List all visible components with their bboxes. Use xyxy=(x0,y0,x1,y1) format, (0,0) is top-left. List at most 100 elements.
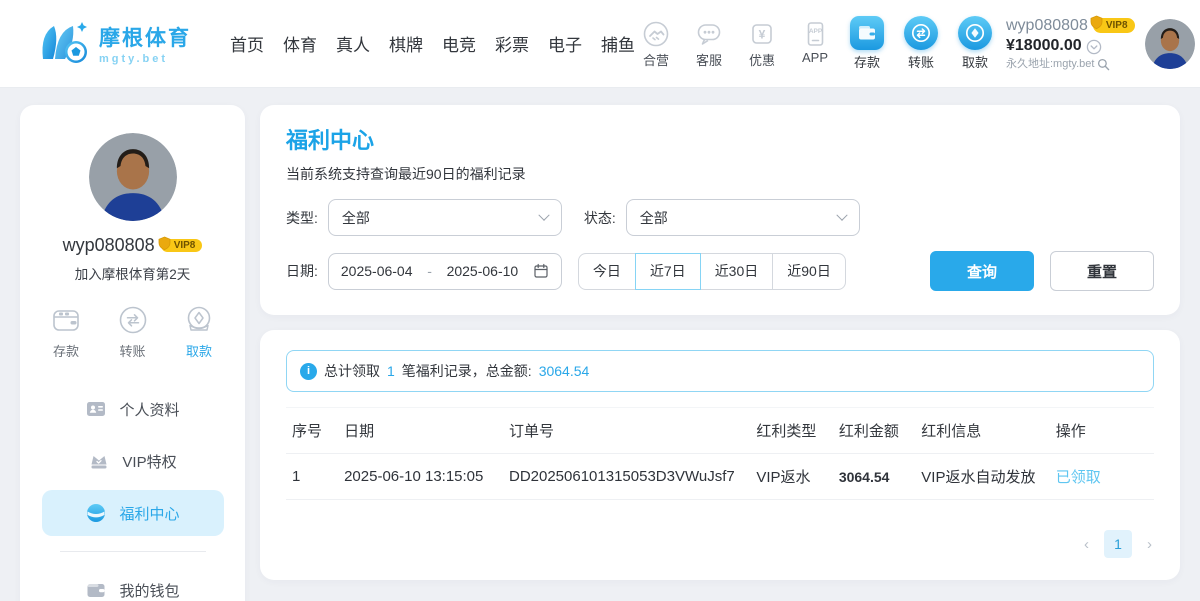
reset-button[interactable]: 重置 xyxy=(1050,251,1154,291)
search-button[interactable]: 查询 xyxy=(930,251,1034,291)
header-action: 操作 xyxy=(1050,408,1154,454)
brand-domain: mgty.bet xyxy=(99,53,191,65)
date-quick-ranges: 今日 近7日 近30日 近90日 xyxy=(578,253,846,290)
range-today-button[interactable]: 今日 xyxy=(578,253,636,290)
sidebar-item-wallet-label: 我的钱包 xyxy=(119,580,179,601)
status-select[interactable]: 全部 xyxy=(626,199,860,236)
sidebar-menu: 个人资料 VIP特权 xyxy=(41,386,224,601)
benefits-filter-card: 福利中心 当前系统支持查询最近90日的福利记录 类型: 全部 状态: 全部 xyxy=(260,105,1180,315)
table-header-row: 序号 日期 订单号 红利类型 红利金额 红利信息 操作 xyxy=(286,408,1154,454)
wallet-actions: 存款 转账 取款 xyxy=(850,16,992,71)
sidebar-deposit-label: 存款 xyxy=(53,341,79,360)
nav-item-esports[interactable]: 电竞 xyxy=(442,31,476,56)
cell-order-no: DD202506101315053D3VWuJsf7 xyxy=(503,454,750,500)
date-separator: - xyxy=(427,263,432,279)
username: wyp080808 xyxy=(1006,16,1088,37)
range-30days-button[interactable]: 近30日 xyxy=(700,253,774,290)
transfer-icon xyxy=(904,16,938,50)
cell-bonus-info: VIP返水自动发放 xyxy=(915,454,1050,500)
summary-middle: 笔福利记录，总金额: xyxy=(402,361,532,381)
sidebar-avatar[interactable] xyxy=(89,133,177,221)
vip-shield-icon xyxy=(1090,15,1103,30)
date-end-value: 2025-06-10 xyxy=(447,263,519,279)
sidebar-item-benefits-label: 福利中心 xyxy=(119,503,179,524)
nav-item-board-games[interactable]: 棋牌 xyxy=(389,31,423,56)
nav-item-fishing[interactable]: 捕鱼 xyxy=(601,31,635,56)
calendar-icon xyxy=(533,263,549,279)
pagination-prev-icon[interactable]: ‹ xyxy=(1084,536,1089,553)
permanent-address: 永久地址:mgty.bet xyxy=(1006,57,1094,71)
filter-row-selects: 类型: 全部 状态: 全部 xyxy=(286,199,1154,236)
deposit-label: 存款 xyxy=(854,52,880,71)
date-filter-label: 日期: xyxy=(286,261,318,281)
cell-bonus-amount: 3064.54 xyxy=(833,454,915,500)
nav-item-live-casino[interactable]: 真人 xyxy=(336,31,370,56)
sidebar-item-profile[interactable]: 个人资料 xyxy=(42,386,224,432)
account-sidebar: wyp080808 VIP8 加入摩根体育第2天 xyxy=(20,105,245,601)
pagination-page-1[interactable]: 1 xyxy=(1104,530,1132,558)
sidebar-deposit-button[interactable]: 存款 xyxy=(49,303,83,360)
nav-item-slots[interactable]: 电子 xyxy=(548,31,582,56)
balance-chevron-icon[interactable] xyxy=(1086,39,1102,55)
cell-seq: 1 xyxy=(286,454,338,500)
date-range-input[interactable]: 2025-06-04 - 2025-06-10 xyxy=(328,253,562,290)
info-icon xyxy=(300,363,317,380)
status-select-value: 全部 xyxy=(640,208,668,228)
chevron-down-icon xyxy=(836,209,847,220)
brand-name: 摩根体育 xyxy=(99,22,191,52)
chat-icon xyxy=(694,19,724,49)
header-bonus-info: 红利信息 xyxy=(915,408,1050,454)
deposit-outline-icon xyxy=(49,303,83,337)
handshake-icon xyxy=(641,19,671,49)
main-nav: 首页 体育 真人 棋牌 电竞 彩票 电子 捕鱼 xyxy=(230,31,635,56)
sidebar-item-benefits[interactable]: 福利中心 xyxy=(42,490,224,536)
transfer-outline-icon xyxy=(116,303,150,337)
partner-label: 合营 xyxy=(643,50,669,69)
type-select[interactable]: 全部 xyxy=(328,199,562,236)
sidebar-avatar-image xyxy=(89,133,177,221)
cell-action-status: 已领取 xyxy=(1050,454,1154,500)
nav-item-lottery[interactable]: 彩票 xyxy=(495,31,529,56)
summary-count: 1 xyxy=(387,363,395,379)
avatar[interactable] xyxy=(1145,19,1195,69)
pagination-next-icon[interactable]: › xyxy=(1147,536,1152,553)
promotions-link[interactable]: ¥ 优惠 xyxy=(741,19,783,69)
transfer-button[interactable]: 转账 xyxy=(904,16,938,71)
partner-link[interactable]: 合营 xyxy=(635,19,677,69)
range-90days-button[interactable]: 近90日 xyxy=(772,253,846,290)
vip-badge: VIP8 xyxy=(1093,18,1135,33)
vip-badge-label: VIP8 xyxy=(1106,19,1128,32)
support-link[interactable]: 客服 xyxy=(688,19,730,69)
deposit-icon xyxy=(850,16,884,50)
filter-row-date: 日期: 2025-06-04 - 2025-06-10 今日 近7日 近30日 xyxy=(286,251,1154,291)
deposit-button[interactable]: 存款 xyxy=(850,16,884,71)
brand-logo[interactable]: 摩根体育 mgty.bet xyxy=(38,18,220,70)
sidebar-withdraw-button[interactable]: 取款 xyxy=(182,303,216,360)
magnifier-icon[interactable] xyxy=(1097,58,1110,71)
crown-icon xyxy=(88,450,110,472)
joined-days-text: 加入摩根体育第2天 xyxy=(41,263,224,283)
summary-prefix: 总计领取 xyxy=(324,361,380,381)
wallet-icon xyxy=(85,579,107,601)
app-link[interactable]: APP APP xyxy=(794,19,836,69)
sidebar-divider xyxy=(60,551,206,552)
withdraw-icon xyxy=(958,16,992,50)
withdraw-label: 取款 xyxy=(962,52,988,71)
table-row: 1 2025-06-10 13:15:05 DD202506101315053D… xyxy=(286,454,1154,500)
withdraw-button[interactable]: 取款 xyxy=(958,16,992,71)
app-label: APP xyxy=(802,50,828,65)
header-bonus-type: 红利类型 xyxy=(750,408,832,454)
promotions-label: 优惠 xyxy=(749,50,775,69)
sidebar-transfer-button[interactable]: 转账 xyxy=(116,303,150,360)
sidebar-item-wallet[interactable]: 我的钱包 xyxy=(42,567,224,601)
sidebar-item-vip[interactable]: VIP特权 xyxy=(42,438,224,484)
quick-links: 合营 客服 ¥ 优惠 APP xyxy=(635,19,836,69)
svg-text:¥: ¥ xyxy=(759,27,766,41)
sidebar-vip-label: VIP8 xyxy=(174,240,196,251)
nav-item-sports[interactable]: 体育 xyxy=(283,31,317,56)
benefits-icon xyxy=(85,502,107,524)
range-7days-button[interactable]: 近7日 xyxy=(635,253,701,290)
nav-item-home[interactable]: 首页 xyxy=(230,31,264,56)
date-start-value: 2025-06-04 xyxy=(341,263,413,279)
sidebar-wallet-actions: 存款 转账 取款 xyxy=(41,303,224,360)
